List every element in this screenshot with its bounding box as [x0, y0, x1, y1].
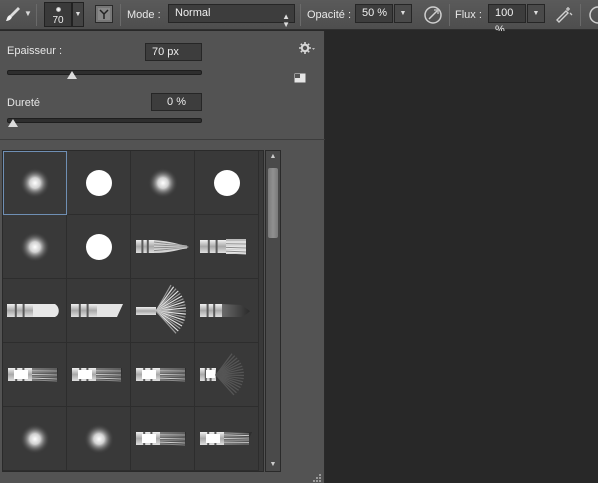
- soft-round-brush-icon: [148, 168, 178, 198]
- airbrush-icon[interactable]: [554, 5, 574, 25]
- size-label: Epaisseur :: [7, 45, 63, 57]
- brush-preset-chevron-down-icon[interactable]: ▼: [72, 2, 84, 27]
- gear-icon[interactable]: [298, 41, 316, 55]
- document-canvas[interactable]: [326, 31, 598, 483]
- size-input[interactable]: 70 px: [145, 43, 202, 61]
- flat-bristle-erodible-brush-icon: [72, 368, 122, 382]
- brush-preset-panel: Epaisseur : 70 px Dureté 0 % ▲ ▼: [0, 31, 325, 483]
- flat-bristle-erodible-brush-icon: [8, 368, 58, 382]
- select-arrows-icon: ▲ ▼: [282, 12, 290, 29]
- brush-preset-round-bristle[interactable]: [195, 279, 259, 343]
- new-preset-icon[interactable]: [294, 73, 306, 83]
- hard-round-brush-icon: [86, 234, 112, 260]
- brush-preset-angled-bristle[interactable]: [67, 279, 131, 343]
- pointed-bristle-brush-icon: [136, 240, 189, 253]
- tool-preset-chevron-down-icon[interactable]: ▼: [24, 9, 32, 18]
- hardness-slider-thumb[interactable]: [8, 119, 18, 127]
- blend-mode-value: Normal: [175, 7, 211, 19]
- brush-preset-fan-bristle[interactable]: [131, 279, 195, 343]
- brush-preset-picker[interactable]: 70: [44, 2, 72, 27]
- hard-round-brush-icon: [86, 170, 112, 196]
- brush-preset-pointed-bristle[interactable]: [131, 215, 195, 279]
- separator: [449, 4, 450, 26]
- scroll-thumb[interactable]: [268, 168, 278, 238]
- hardness-slider[interactable]: [7, 118, 202, 123]
- soft-round-brush-icon: [20, 168, 50, 198]
- soft-round-brush-icon: [84, 424, 114, 454]
- brush-preset-flat-bristle-erodible[interactable]: [67, 343, 131, 407]
- brush-preset-flat-bristle-erodible[interactable]: [3, 343, 67, 407]
- separator: [120, 4, 121, 26]
- brush-tool-icon[interactable]: [4, 5, 22, 23]
- separator: [580, 4, 581, 26]
- brush-preset-soft-round[interactable]: [3, 407, 67, 471]
- flow-label: Flux :: [455, 9, 482, 21]
- opacity-slider-chevron-down-icon[interactable]: ▼: [394, 4, 412, 23]
- mode-label: Mode :: [127, 9, 161, 21]
- blunt-bristle-brush-icon: [7, 304, 59, 317]
- brush-preset-flat-bristle-erodible[interactable]: [131, 343, 195, 407]
- size-slider-thumb[interactable]: [67, 71, 78, 79]
- brush-panel-icon: [98, 8, 110, 20]
- fan-bristle-flat-brush-icon: [200, 353, 245, 396]
- brush-preset-hard-round[interactable]: [195, 151, 259, 215]
- opacity-label: Opacité :: [307, 9, 352, 21]
- brush-preset-flat-bristle-erodible[interactable]: [131, 407, 195, 471]
- scroll-up-icon[interactable]: ▲: [266, 151, 280, 163]
- flat-bristle-brush-icon: [200, 239, 247, 255]
- brush-settings: Epaisseur : 70 px Dureté 0 %: [0, 31, 325, 140]
- brush-preset-soft-round[interactable]: [3, 151, 67, 215]
- flow-input[interactable]: 100 %: [488, 4, 526, 36]
- flow-slider-chevron-down-icon[interactable]: ▼: [527, 4, 545, 23]
- flat-bristle-erodible-brush-icon: [136, 432, 186, 446]
- pressure-opacity-icon[interactable]: [423, 5, 443, 25]
- separator: [36, 4, 37, 26]
- brush-preset-blunt-bristle[interactable]: [3, 279, 67, 343]
- brush-preset-flat-bristle[interactable]: [195, 215, 259, 279]
- blend-mode-select[interactable]: Normal ▲ ▼: [168, 4, 295, 29]
- hard-round-brush-icon: [214, 170, 240, 196]
- brush-preset-hard-round[interactable]: [67, 215, 131, 279]
- size-slider[interactable]: [7, 70, 202, 75]
- brush-preset-soft-round[interactable]: [67, 407, 131, 471]
- resize-grip-icon[interactable]: [312, 473, 322, 483]
- brush-preset-fan-bristle-flat[interactable]: [195, 343, 259, 407]
- angled-bristle-erodible-brush-icon: [200, 432, 252, 445]
- preset-scrollbar[interactable]: ▲ ▼: [265, 150, 281, 472]
- round-bristle-brush-icon: [200, 304, 250, 317]
- brush-preset-angled-bristle-erodible[interactable]: [195, 407, 259, 471]
- brush-preset-grid: [2, 150, 264, 472]
- pressure-size-icon[interactable]: [588, 5, 598, 25]
- scroll-down-icon[interactable]: ▼: [266, 459, 280, 471]
- brush-size-readout: 70: [52, 15, 64, 26]
- brush-preset-soft-round[interactable]: [131, 151, 195, 215]
- angled-bristle-brush-icon: [71, 304, 123, 317]
- separator: [300, 4, 301, 26]
- soft-round-brush-icon: [20, 232, 50, 262]
- opacity-input[interactable]: 50 %: [355, 4, 393, 23]
- brush-preset-hard-round[interactable]: [67, 151, 131, 215]
- options-bar: ▼ 70 ▼ Mode : Normal ▲ ▼ Opacité : 50 % ▼…: [0, 0, 598, 36]
- brush-tip-preview-icon: [56, 7, 61, 12]
- brush-preset-soft-round[interactable]: [3, 215, 67, 279]
- toggle-brush-panel-button[interactable]: [95, 5, 113, 23]
- soft-round-brush-icon: [20, 424, 50, 454]
- flat-bristle-erodible-brush-icon: [136, 368, 186, 382]
- hardness-input[interactable]: 0 %: [151, 93, 202, 111]
- fan-bristle-brush-icon: [136, 284, 186, 334]
- hardness-label: Dureté: [7, 97, 41, 109]
